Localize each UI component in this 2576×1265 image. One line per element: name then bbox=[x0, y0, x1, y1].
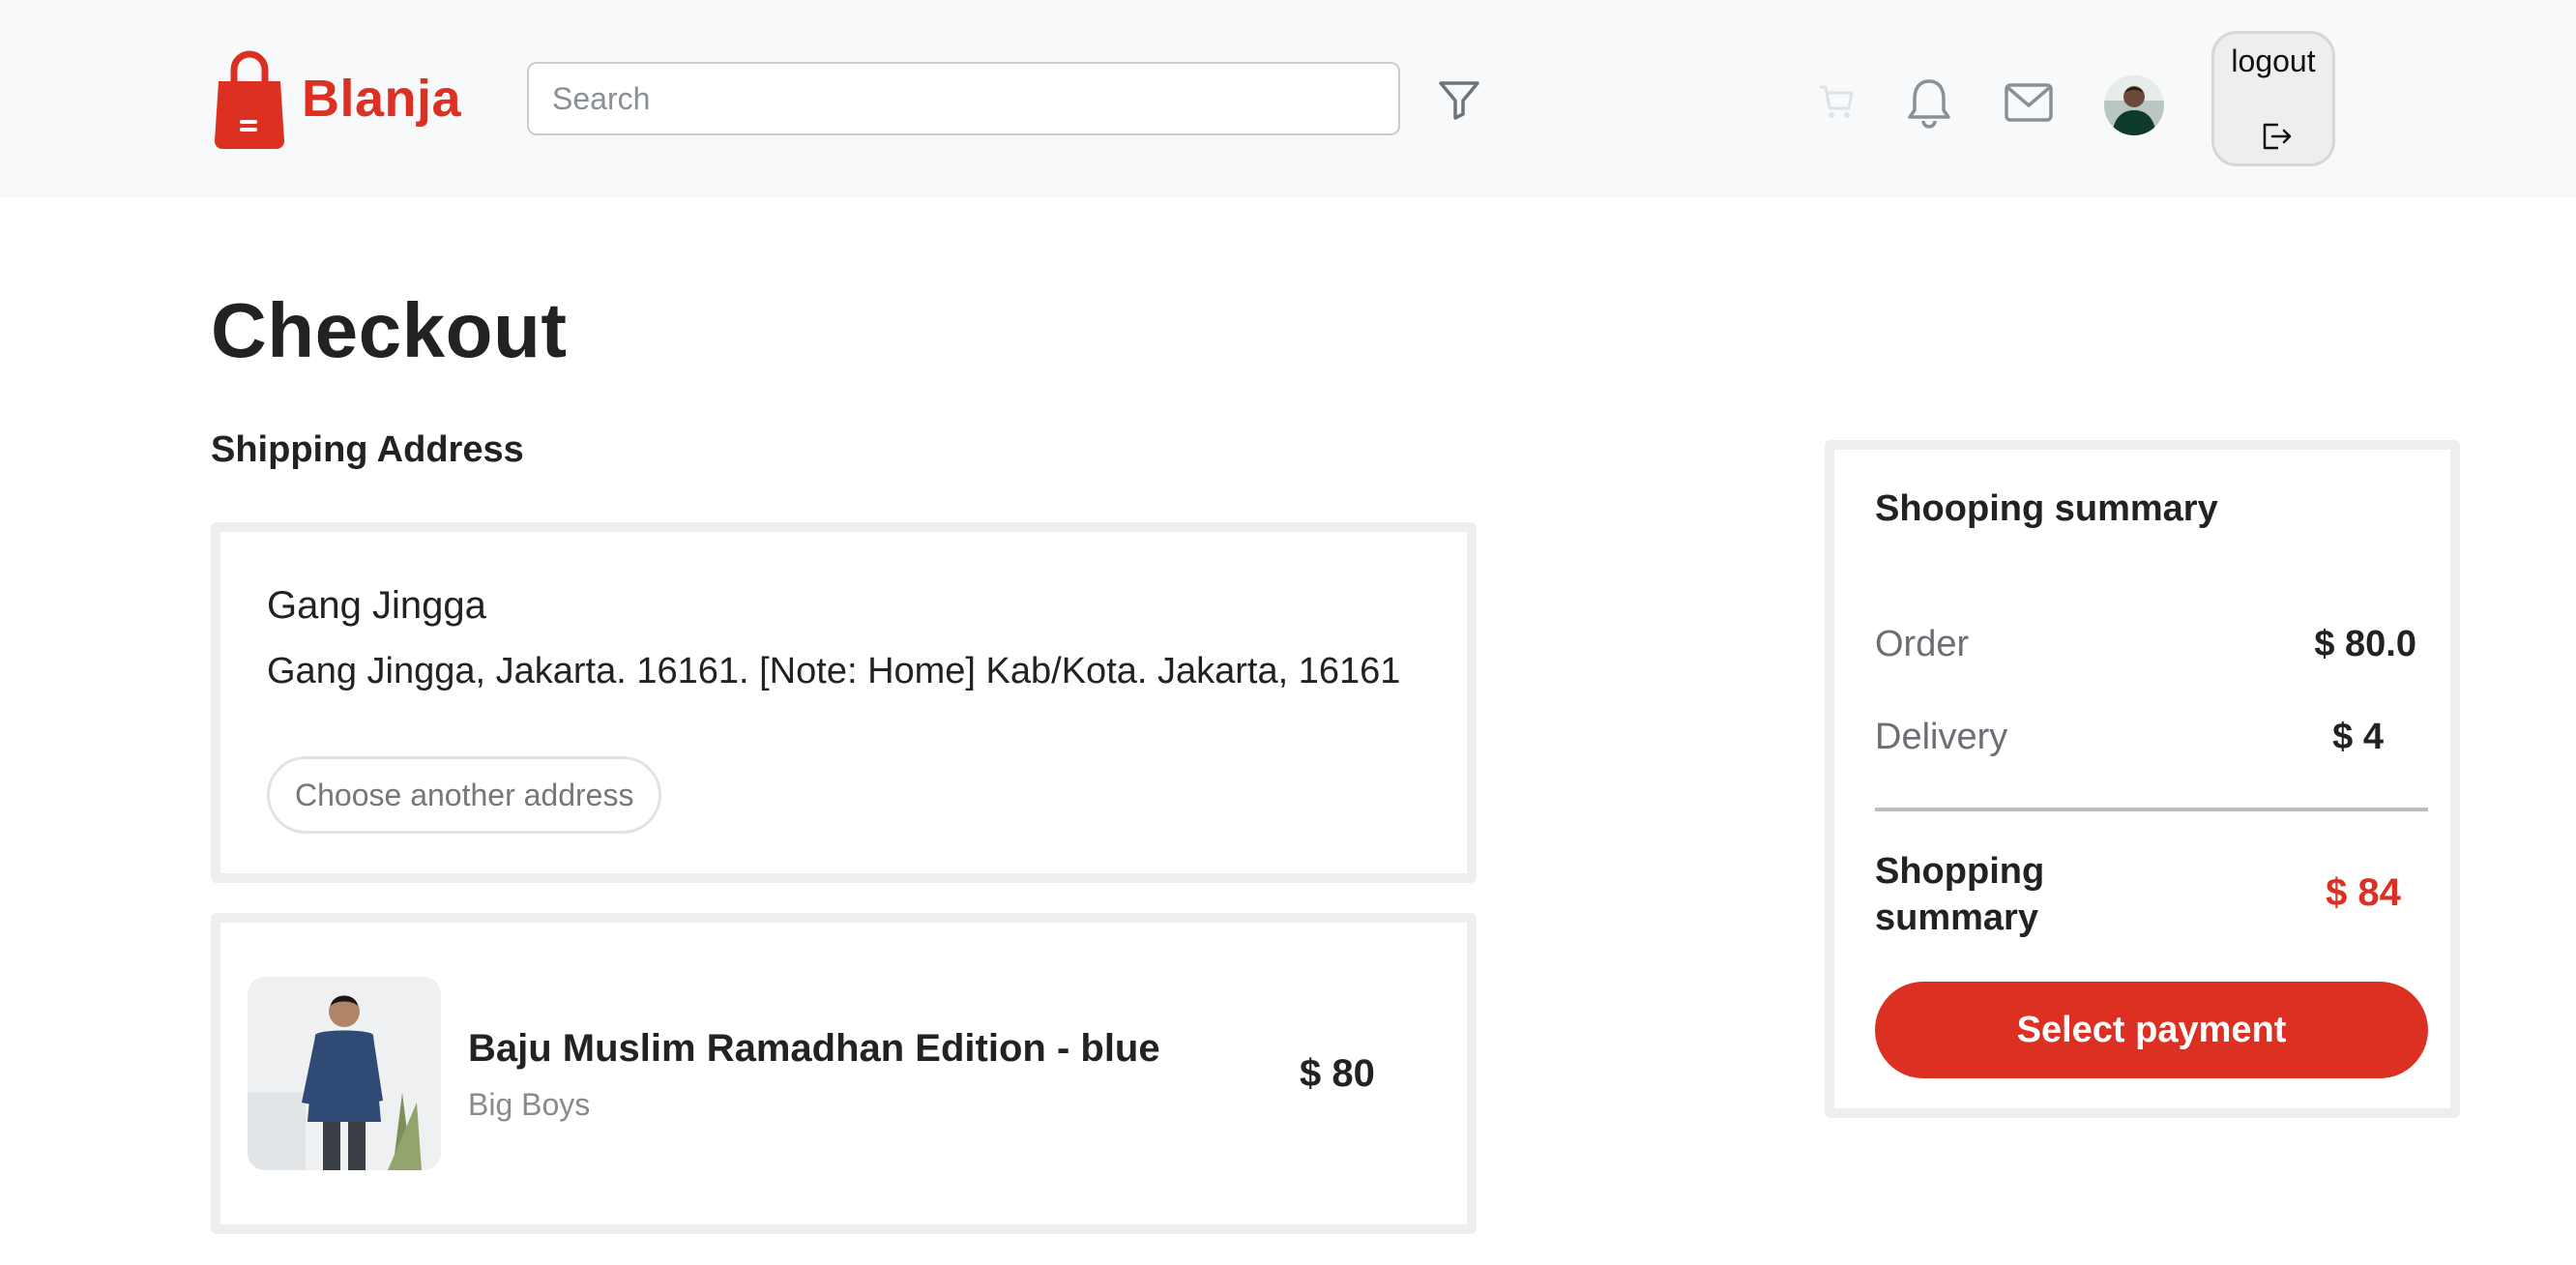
search-input[interactable] bbox=[527, 62, 1400, 135]
product-name: Baju Muslim Ramadhan Edition - blue bbox=[468, 1027, 1160, 1070]
address-detail: Gang Jingga, Jakarta. 16161. [Note: Home… bbox=[267, 651, 1401, 691]
avatar[interactable] bbox=[2104, 75, 2164, 135]
page-title: Checkout bbox=[211, 287, 568, 373]
logout-button[interactable]: logout bbox=[2211, 31, 2335, 166]
order-label: Order bbox=[1875, 624, 1970, 664]
logout-label: logout bbox=[2231, 44, 2316, 78]
product-brand: Big Boys bbox=[468, 1087, 591, 1122]
product-card: Baju Muslim Ramadhan Edition - blue Big … bbox=[211, 913, 1477, 1234]
shipping-address-title: Shipping Address bbox=[211, 429, 524, 470]
summary-title: Shooping summary bbox=[1875, 488, 2218, 529]
choose-another-address-button[interactable]: Choose another address bbox=[267, 756, 662, 834]
summary-order-row: Order $ 80.0 bbox=[1875, 624, 2416, 672]
summary-delivery-row: Delivery $ 4 bbox=[1875, 717, 2416, 765]
navbar: Blanja lo bbox=[0, 0, 2576, 197]
shopping-bag-icon bbox=[211, 48, 288, 149]
total-value: $ 84 bbox=[2326, 871, 2401, 914]
brand-logo[interactable]: Blanja bbox=[211, 48, 461, 149]
logout-icon bbox=[2259, 119, 2294, 154]
bell-icon[interactable] bbox=[1905, 75, 1953, 130]
delivery-value: $ 4 bbox=[2332, 717, 2384, 757]
address-name: Gang Jingga bbox=[267, 584, 486, 627]
select-payment-button[interactable]: Select payment bbox=[1875, 982, 2428, 1078]
total-label: Shopping summary bbox=[1875, 851, 2045, 938]
shopping-summary-card: Shooping summary Order $ 80.0 Delivery $… bbox=[1825, 440, 2460, 1118]
filter-icon[interactable] bbox=[1437, 77, 1481, 122]
order-value: $ 80.0 bbox=[2314, 624, 2416, 664]
brand-name: Blanja bbox=[302, 70, 462, 128]
delivery-label: Delivery bbox=[1875, 717, 2008, 757]
summary-divider bbox=[1875, 808, 2428, 811]
product-image bbox=[248, 977, 441, 1170]
cart-icon[interactable] bbox=[1818, 83, 1855, 120]
address-card: Gang Jingga Gang Jingga, Jakarta. 16161.… bbox=[211, 522, 1477, 883]
mail-icon[interactable] bbox=[2004, 81, 2054, 124]
product-price: $ 80 bbox=[1300, 1052, 1375, 1095]
